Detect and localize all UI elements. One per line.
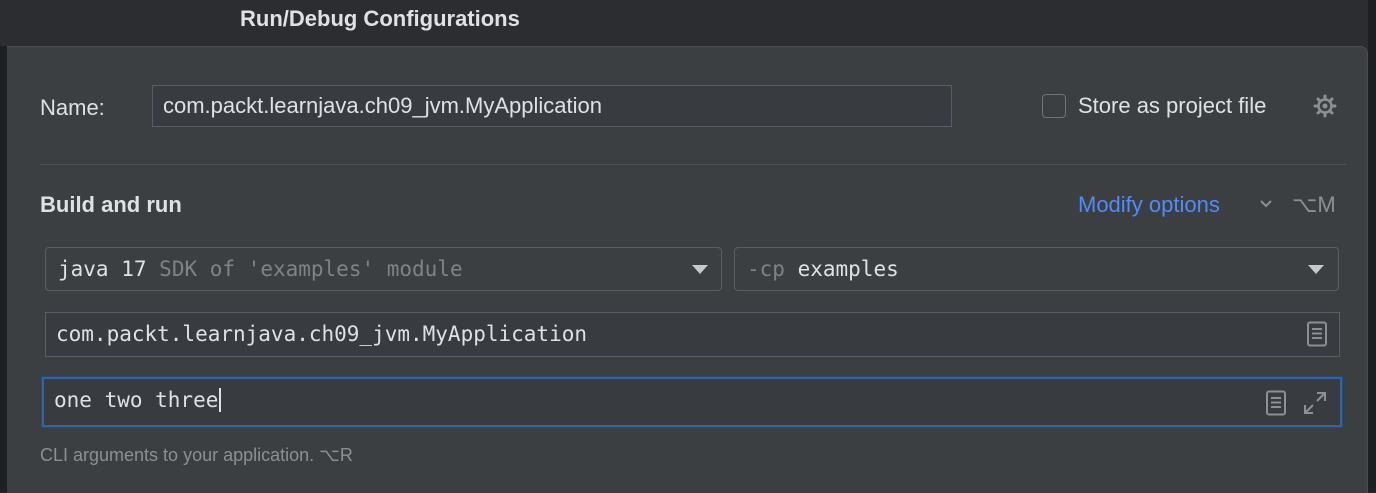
section-divider: [40, 164, 1346, 165]
program-arguments-value: one two three: [54, 388, 219, 412]
text-cursor: [219, 388, 222, 412]
browse-document-icon[interactable]: [1306, 321, 1328, 347]
program-arguments-field[interactable]: one two three: [42, 377, 1342, 427]
modify-options-link[interactable]: Modify options: [1078, 192, 1220, 218]
modify-options-shortcut: ⌥M: [1292, 192, 1336, 217]
jre-select-value: java 17: [58, 257, 147, 281]
jre-dropdown-arrow-icon[interactable]: [692, 265, 708, 274]
title-bar: Run/Debug Configurations: [0, 0, 1376, 46]
classpath-prefix: -cp: [747, 257, 785, 281]
name-field[interactable]: com.packt.learnjava.ch09_jvm.MyApplicati…: [152, 85, 952, 127]
expand-icon[interactable]: [1302, 390, 1328, 416]
classpath-module: examples: [797, 257, 899, 281]
store-as-project-file-label[interactable]: Store as project file: [1078, 93, 1266, 119]
dialog-title: Run/Debug Configurations: [240, 6, 520, 31]
build-and-run-title: Build and run: [40, 192, 182, 217]
left-window-edge: [0, 46, 7, 492]
gear-icon[interactable]: [1313, 94, 1337, 118]
program-arguments-hint: CLI arguments to your application. ⌥R: [40, 445, 353, 465]
name-label: Name:: [40, 95, 105, 120]
right-window-edge: [1368, 0, 1376, 492]
main-class-field[interactable]: com.packt.learnjava.ch09_jvm.MyApplicati…: [45, 312, 1340, 357]
classpath-select[interactable]: -cp examples: [734, 247, 1339, 291]
jre-select-hint: SDK of 'examples' module: [159, 257, 463, 281]
insert-macro-icon[interactable]: [1265, 390, 1287, 416]
jre-select[interactable]: java 17 SDK of 'examples' module: [45, 247, 722, 291]
chevron-down-icon[interactable]: [1259, 197, 1273, 211]
store-as-project-file-checkbox[interactable]: [1042, 94, 1066, 118]
main-class-value: com.packt.learnjava.ch09_jvm.MyApplicati…: [56, 322, 588, 346]
classpath-dropdown-arrow-icon[interactable]: [1308, 265, 1324, 274]
